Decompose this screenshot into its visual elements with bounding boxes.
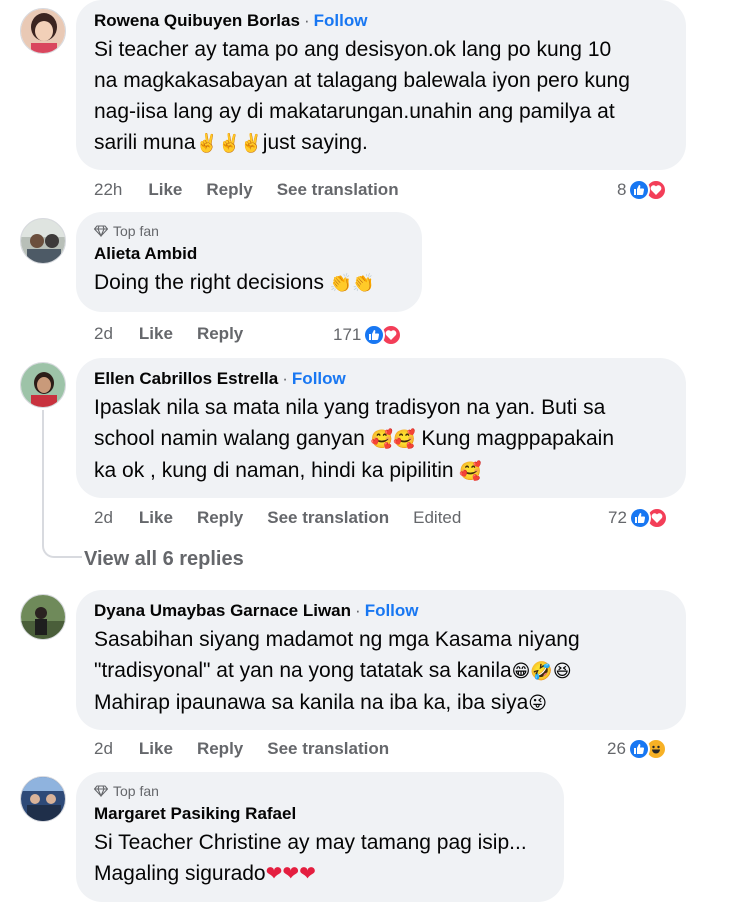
see-translation-button[interactable]: See translation [267, 508, 389, 528]
like-reaction-icon [627, 738, 650, 760]
timestamp[interactable]: 2d [94, 739, 113, 759]
avatar[interactable] [20, 362, 66, 408]
avatar[interactable] [20, 8, 66, 54]
winking-tongue-emoji: 😜 [528, 693, 548, 713]
comment-actions: 2d Like Reply See translation [94, 737, 413, 761]
diamond-icon [94, 785, 108, 797]
smiling-face-with-hearts-emoji: 🥰 [459, 461, 482, 481]
timestamp[interactable]: 2d [94, 508, 113, 528]
avatar[interactable] [20, 594, 66, 640]
reaction-count: 171 [333, 325, 362, 344]
edited-label: Edited [413, 508, 462, 527]
like-reaction-icon [628, 507, 651, 529]
avatar[interactable] [20, 776, 66, 822]
timestamp[interactable]: 22h [94, 180, 122, 200]
like-button[interactable]: Like [139, 739, 173, 759]
reaction-summary[interactable]: 8 [617, 177, 668, 203]
author-name[interactable]: Margaret Pasiking Rafael [94, 804, 296, 823]
comment-bubble: Top fan Margaret Pasiking Rafael Si Teac… [76, 772, 564, 902]
reply-button[interactable]: Reply [197, 739, 243, 759]
reaction-count: 8 [617, 180, 627, 199]
comment-bubble: Top fan Alieta Ambid Doing the right dec… [76, 212, 422, 312]
follow-button[interactable]: Follow [365, 601, 419, 620]
see-translation-button[interactable]: See translation [267, 739, 389, 759]
view-replies-link[interactable]: View all 6 replies [84, 548, 244, 571]
reaction-summary[interactable]: 26 [607, 736, 667, 762]
like-button[interactable]: Like [139, 324, 173, 344]
comment-text: Doing the right decisions 👏👏 [94, 271, 375, 294]
comment-bubble: Ellen Cabrillos Estrella · Follow Ipaslak … [76, 358, 686, 498]
see-translation-button[interactable]: See translation [277, 180, 399, 200]
comment-bubble: Dyana Umaybas Garnace Liwan · Follow Sasab… [76, 590, 686, 730]
comment-text: Sasabihan siyang madamot ng mga Kasama n… [94, 628, 580, 714]
victory-hand-emoji: ✌️✌️✌️ [195, 133, 263, 153]
like-button[interactable]: Like [139, 508, 173, 528]
avatar[interactable] [20, 218, 66, 264]
grinning-face-emoji: 😁🤣😆 [511, 661, 572, 681]
smiling-face-with-hearts-emoji: 🥰🥰 [370, 429, 416, 449]
comment-bubble: Rowena Quibuyen Borlas · Follow Si teacher… [76, 0, 686, 170]
reaction-summary[interactable]: 171 [333, 322, 403, 348]
top-fan-badge: Top fan [94, 222, 404, 240]
reaction-count: 72 [608, 508, 627, 527]
follow-button[interactable]: Follow [314, 11, 368, 30]
separator-dot: · [282, 369, 288, 388]
reply-button[interactable]: Reply [197, 508, 243, 528]
red-heart-emoji: ❤❤❤ [265, 863, 316, 885]
timestamp[interactable]: 2d [94, 324, 113, 344]
like-reaction-icon [363, 324, 386, 346]
comment-text: Ipaslak nila sa mata nila yang tradisyon… [94, 396, 615, 482]
clapping-hands-emoji: 👏👏 [329, 273, 375, 293]
comment-text: Si Teacher Christine ay may tamang pag i… [94, 831, 527, 885]
separator-dot: · [355, 601, 361, 620]
comment-actions: 2d Like Reply See translation Edited [94, 506, 461, 530]
follow-button[interactable]: Follow [292, 369, 346, 388]
reaction-count: 26 [607, 739, 626, 758]
author-name[interactable]: Alieta Ambid [94, 244, 197, 263]
top-fan-badge: Top fan [94, 782, 546, 800]
like-button[interactable]: Like [148, 180, 182, 200]
reply-button[interactable]: Reply [197, 324, 243, 344]
separator-dot: · [303, 11, 310, 30]
comment-text: Si teacher ay tama po ang desisyon.ok la… [94, 38, 630, 154]
author-name[interactable]: Ellen Cabrillos Estrella [94, 369, 278, 388]
comment-actions: 22h Like Reply See translation [94, 178, 423, 202]
author-name[interactable]: Rowena Quibuyen Borlas [94, 11, 300, 30]
reply-button[interactable]: Reply [206, 180, 252, 200]
reaction-summary[interactable]: 72 [608, 505, 668, 531]
diamond-icon [94, 225, 108, 237]
author-name[interactable]: Dyana Umaybas Garnace Liwan [94, 601, 351, 620]
comment-actions: 2d Like Reply [94, 322, 267, 346]
